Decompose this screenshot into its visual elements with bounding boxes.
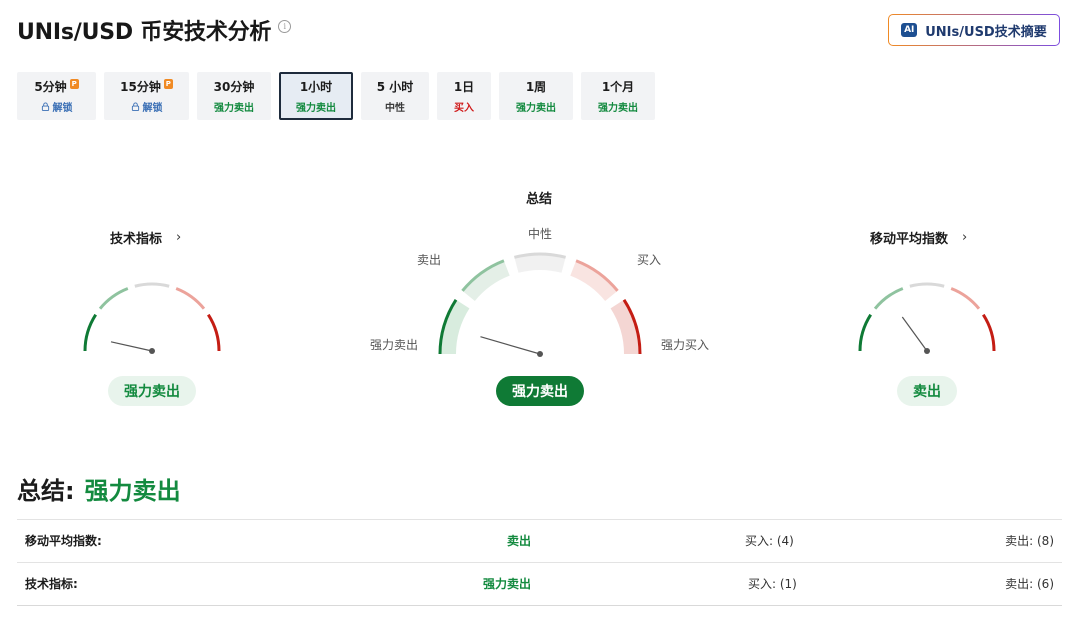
row-name: 技术指标: — [25, 577, 78, 591]
gauge-label-strong-sell: 强力卖出 — [370, 338, 419, 352]
summary-heading-label: 总结: — [17, 477, 75, 505]
gauge-band-sell — [462, 260, 510, 301]
tab-status: 中性 — [385, 103, 405, 114]
tab-label: 30分钟 — [213, 80, 255, 94]
unlock-label: 解锁 — [52, 103, 73, 114]
summary-reading-badge: 强力卖出 — [496, 376, 584, 406]
tab-label: 1小时 — [299, 80, 333, 94]
tab-status[interactable]: 解锁 — [131, 99, 163, 114]
lock-icon — [41, 102, 49, 111]
gauge-needle — [901, 316, 928, 352]
page-title: UNIs/USD 币安技术分析 i — [17, 14, 292, 46]
row-buy-count: 买入: (1) — [748, 577, 797, 591]
gauge-segment-buy — [175, 287, 206, 310]
tab-status: 强力卖出 — [598, 103, 638, 114]
info-icon[interactable]: i — [278, 19, 292, 33]
gauge-label-strong-buy: 强力买入 — [661, 338, 710, 352]
summary-table: 移动平均指数: 卖出 买入: (4) 卖出: (8) 技术指标: 强力卖出 买入… — [17, 519, 1062, 606]
gauge-needle-pivot — [149, 348, 155, 354]
row-buy-count: 买入: (4) — [745, 534, 794, 548]
row-sell-count: 卖出: (6) — [1005, 577, 1054, 591]
table-row: 技术指标: 强力卖出 买入: (1) 卖出: (6) — [17, 562, 1062, 606]
technical-reading-badge: 强力卖出 — [108, 376, 196, 406]
tab-15min[interactable]: 15分钟 P 解锁 — [104, 72, 189, 120]
pro-badge-icon: P — [69, 78, 79, 89]
page-title-text: UNIs/USD 币安技术分析 — [17, 20, 272, 45]
tab-30min[interactable]: 30分钟 强力卖出 — [197, 72, 271, 120]
tab-1day[interactable]: 1日 买入 — [437, 72, 491, 120]
gauge-needle — [110, 341, 153, 352]
gauge-segment-neutral — [134, 282, 170, 288]
pro-badge-icon: P — [163, 78, 173, 89]
tab-label: 1日 — [453, 80, 475, 94]
chevron-right-icon: › — [176, 230, 182, 245]
gauge-segment-sell — [98, 287, 129, 310]
gauge-segment-sell — [873, 287, 904, 310]
ai-summary-label: UNIs/USD技术摘要 — [925, 24, 1047, 40]
gauge-segment-buy — [950, 287, 981, 310]
ai-summary-button[interactable]: AI UNIs/USD技术摘要 — [888, 14, 1060, 46]
tab-5hour[interactable]: 5 小时 中性 — [361, 72, 429, 120]
gauge-band-buy — [570, 260, 618, 301]
summary-heading-value: 强力卖出 — [84, 477, 181, 505]
tab-label: 5 小时 — [376, 80, 414, 94]
gauge-segment-strong-buy — [982, 313, 996, 352]
tab-status[interactable]: 解锁 — [41, 99, 73, 114]
gauge-segment-strong-sell — [83, 313, 97, 352]
table-row: 移动平均指数: 卖出 买入: (4) 卖出: (8) — [17, 519, 1062, 562]
gauge-segment-strong-buy — [207, 313, 221, 352]
row-signal: 强力卖出 — [483, 577, 532, 591]
row-name: 移动平均指数: — [25, 534, 102, 548]
technical-gauge-title[interactable]: 技术指标 › — [110, 228, 181, 247]
tab-label: 1个月 — [601, 80, 635, 94]
gauge-segment-neutral — [909, 282, 945, 288]
tab-status: 买入 — [454, 103, 474, 114]
gauge-needle — [480, 336, 541, 355]
technical-gauge — [83, 282, 221, 354]
chevron-right-icon: › — [962, 230, 968, 245]
row-sell-count: 卖出: (8) — [1005, 534, 1054, 548]
moving-averages-gauge-title[interactable]: 移动平均指数 › — [870, 228, 967, 247]
gauge-needle-pivot — [924, 348, 930, 354]
tab-status: 强力卖出 — [214, 103, 254, 114]
tab-label: 15分钟 — [120, 80, 161, 94]
tab-5min[interactable]: 5分钟 P 解锁 — [17, 72, 96, 120]
gauge-label-neutral: 中性 — [528, 227, 553, 241]
tab-label: 5分钟 — [34, 80, 67, 94]
summary-gauge — [438, 252, 642, 357]
unlock-label: 解锁 — [142, 103, 163, 114]
moving-averages-gauge-title-text: 移动平均指数 — [870, 232, 949, 247]
moving-averages-gauge — [858, 282, 996, 354]
lock-icon — [131, 102, 139, 111]
summary-gauge-title: 总结 — [526, 192, 553, 207]
tab-status: 强力卖出 — [296, 103, 336, 114]
row-signal: 卖出 — [507, 534, 532, 548]
gauge-needle-pivot — [537, 351, 543, 357]
tab-1hour[interactable]: 1小时 强力卖出 — [279, 72, 353, 120]
ai-icon: AI — [901, 23, 918, 37]
moving-averages-reading-badge: 卖出 — [897, 376, 957, 406]
tab-label: 1周 — [525, 80, 547, 94]
gauge-segment-strong-sell — [858, 313, 872, 352]
tab-status: 强力卖出 — [516, 103, 556, 114]
technical-gauge-title-text: 技术指标 — [110, 232, 163, 247]
tab-1week[interactable]: 1周 强力卖出 — [499, 72, 573, 120]
summary-heading: 总结: 强力卖出 — [17, 471, 181, 506]
tab-1month[interactable]: 1个月 强力卖出 — [581, 72, 655, 120]
